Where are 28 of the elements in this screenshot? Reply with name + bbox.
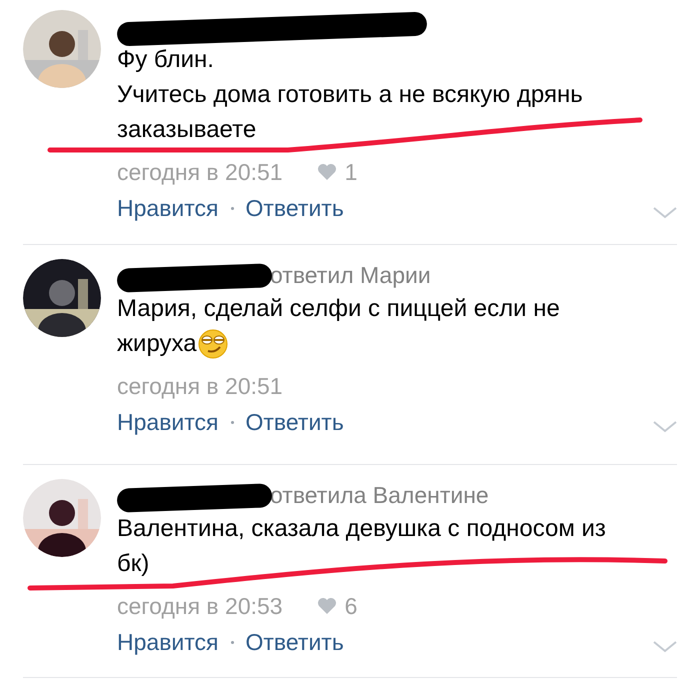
separator-dot	[230, 640, 234, 644]
reply-to-text: ответила Валентине	[270, 482, 489, 508]
action-link[interactable]: Нравится	[117, 408, 218, 436]
heart-icon	[316, 163, 337, 181]
reply-to-text: ответил Марии	[270, 262, 431, 288]
comment-text: Мария, сделай селфи с пиццей если не	[117, 294, 560, 324]
like-count: 1	[344, 158, 358, 186]
comment-text: бк)	[117, 549, 150, 579]
action-link[interactable]: Нравится	[117, 194, 218, 222]
chevron-down-icon[interactable]	[653, 421, 677, 433]
comment-text: Фу блин.	[117, 45, 214, 75]
action-link[interactable]: Ответить	[246, 628, 344, 656]
comment-text: Учитесь дома готовить а не всякую дрянь	[117, 80, 583, 110]
comment-text: жируха	[117, 329, 197, 359]
comment-text: Валентина, сказала девушка с подносом из	[117, 514, 606, 544]
timestamp: сегодня в 20:51	[117, 158, 283, 186]
timestamp: сегодня в 20:53	[117, 592, 283, 620]
action-link[interactable]: Ответить	[246, 194, 344, 222]
action-link[interactable]: Нравится	[117, 628, 218, 656]
comment-text: заказываете	[117, 115, 256, 145]
action-link[interactable]: Ответить	[246, 408, 344, 436]
like-count: 6	[344, 592, 358, 620]
timestamp: сегодня в 20:51	[117, 372, 283, 400]
heart-icon	[316, 597, 337, 615]
chevron-down-icon[interactable]	[653, 207, 677, 219]
chevron-down-icon[interactable]	[653, 641, 677, 653]
separator-dot	[230, 420, 234, 424]
separator-dot	[230, 206, 234, 210]
